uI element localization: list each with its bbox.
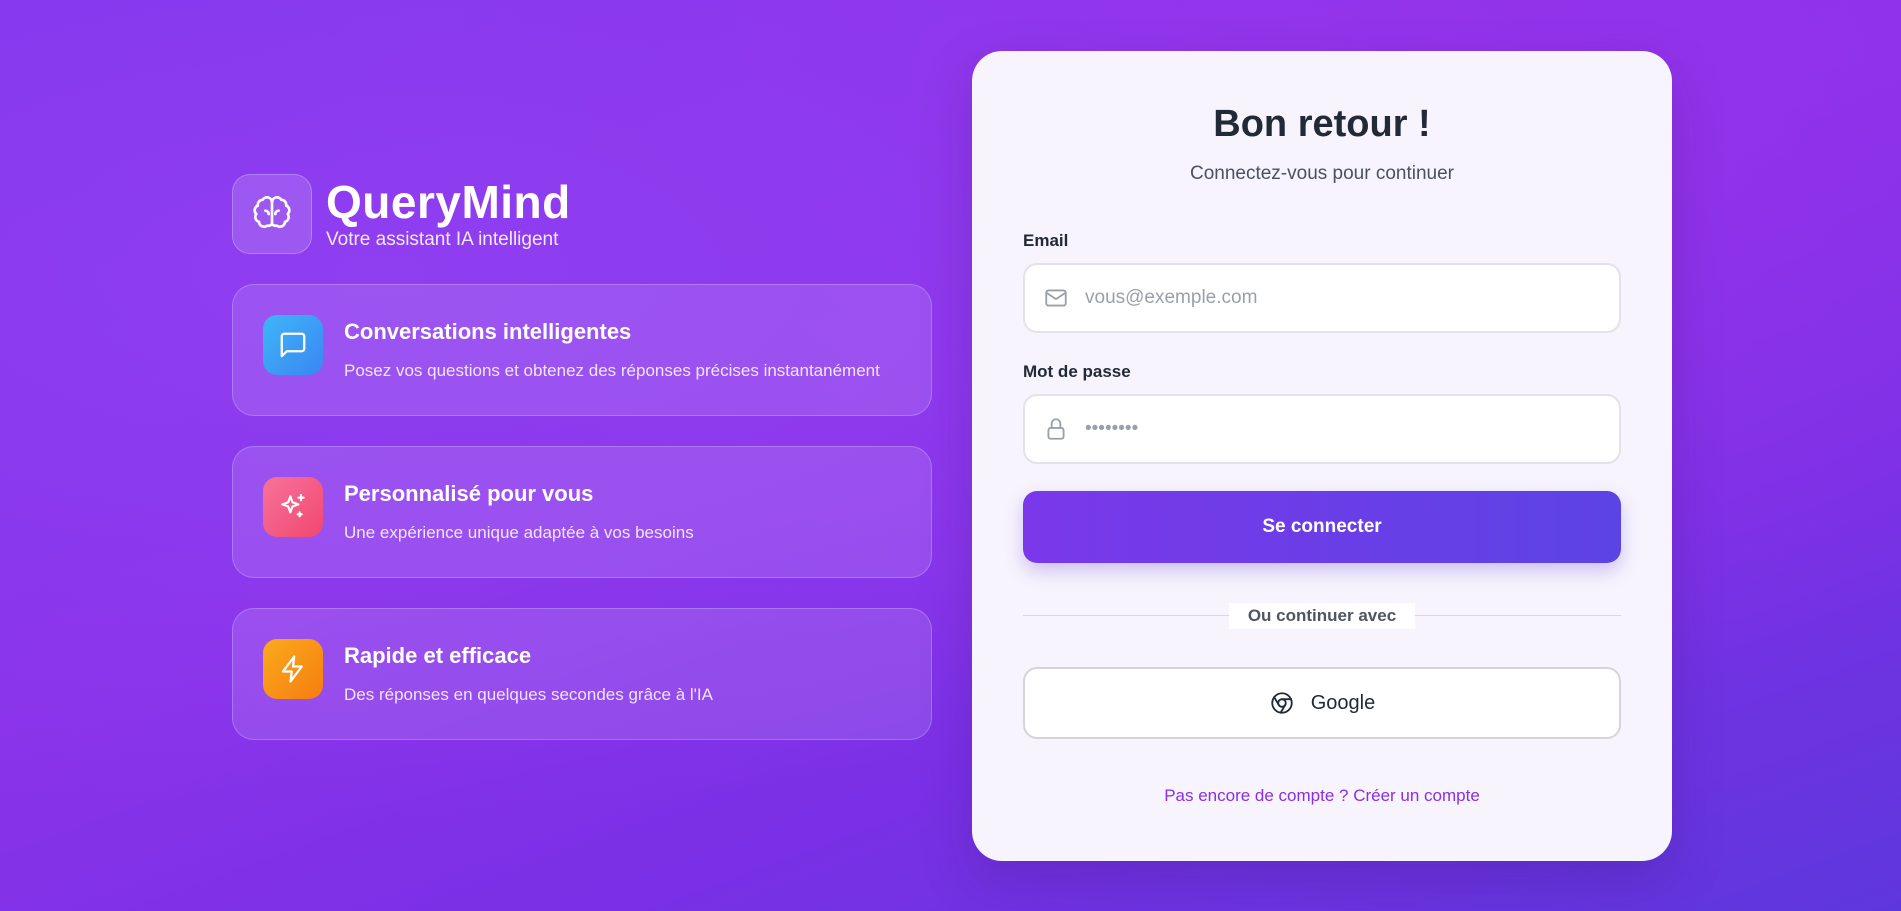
lock-icon xyxy=(1047,418,1065,440)
email-label: Email xyxy=(1023,231,1069,250)
lightning-icon xyxy=(281,655,303,683)
feature-title: Personnalisé pour vous xyxy=(344,481,594,506)
feature-title: Conversations intelligentes xyxy=(344,319,632,344)
feature-card-fast: Rapide et efficace Des réponses en quelq… xyxy=(232,608,932,740)
login-submit-button[interactable]: Se connecter xyxy=(1023,491,1621,563)
feature-card-conversations: Conversations intelligentes Posez vos qu… xyxy=(232,284,932,416)
brand-tagline: Votre assistant IA intelligent xyxy=(326,229,559,250)
brand-icon xyxy=(253,196,291,228)
feature-icon-box xyxy=(263,315,323,375)
login-card: Bon retour ! Connectez-vous pour continu… xyxy=(972,51,1672,861)
chrome-icon xyxy=(1271,692,1293,714)
feature-title: Rapide et efficace xyxy=(344,643,532,668)
google-login-button[interactable]: Google xyxy=(1023,667,1621,739)
feature-icon-box xyxy=(263,639,323,699)
login-title: Bon retour ! xyxy=(1213,103,1431,145)
feature-description: Des réponses en quelques secondes grâce … xyxy=(344,685,713,704)
brand-name: QueryMind xyxy=(326,176,571,228)
brand-logo xyxy=(232,174,312,254)
mail-icon xyxy=(1045,289,1067,307)
email-field-wrapper[interactable] xyxy=(1023,263,1621,333)
sparkles-icon xyxy=(281,493,305,518)
feature-description: Posez vos questions et obtenez des répon… xyxy=(344,361,880,380)
divider-text: Ou continuer avec xyxy=(1229,603,1415,629)
password-input[interactable] xyxy=(1085,418,1605,440)
chat-bubble-icon xyxy=(280,332,306,358)
feature-card-personalized: Personnalisé pour vous Une expérience un… xyxy=(232,446,932,578)
brand-header: QueryMind Votre assistant IA intelligent xyxy=(232,174,571,254)
google-button-label: Google xyxy=(1310,691,1376,714)
email-input[interactable] xyxy=(1085,287,1605,309)
password-label: Mot de passe xyxy=(1023,362,1131,381)
feature-description: Une expérience unique adaptée à vos beso… xyxy=(344,523,694,542)
create-account-link[interactable]: Pas encore de compte ? Créer un compte xyxy=(972,786,1672,806)
login-subtitle: Connectez-vous pour continuer xyxy=(1189,163,1455,184)
password-field-wrapper[interactable] xyxy=(1023,394,1621,464)
feature-icon-box xyxy=(263,477,323,537)
